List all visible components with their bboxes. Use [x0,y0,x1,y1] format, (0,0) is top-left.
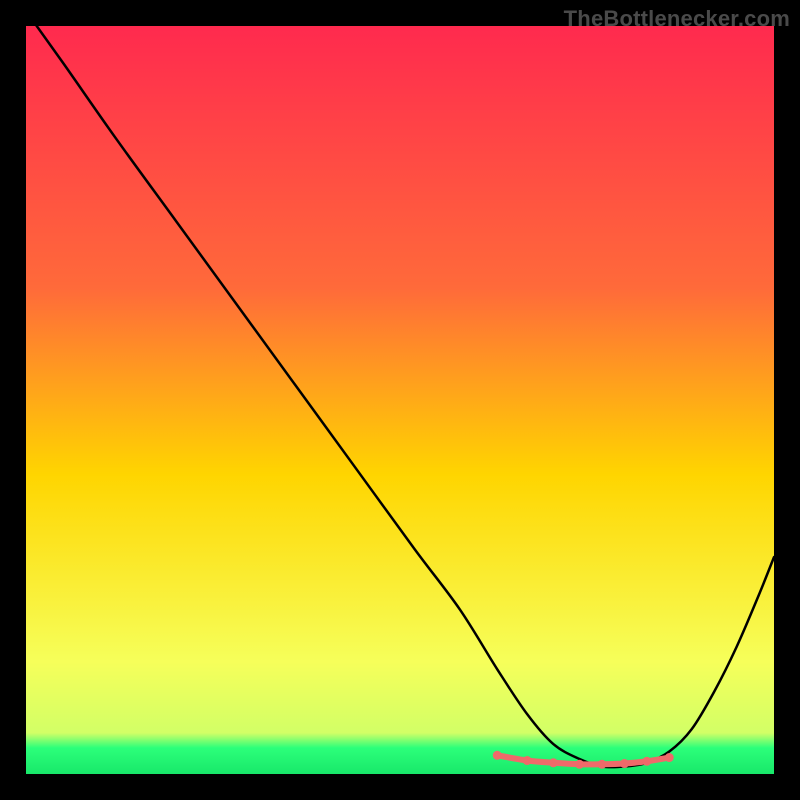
watermark-text: TheBottlenecker.com [564,6,790,32]
highlight-dot [549,758,558,767]
highlight-dot [523,756,532,765]
highlight-dot [665,753,674,762]
chart-svg [26,26,774,774]
chart-background [26,26,774,774]
highlight-dot [642,757,651,766]
highlight-dot [597,760,606,769]
highlight-dot [493,751,502,760]
highlight-dot [575,760,584,769]
highlight-dot [620,759,629,768]
plot-area [26,26,774,774]
chart-frame: TheBottlenecker.com [0,0,800,800]
